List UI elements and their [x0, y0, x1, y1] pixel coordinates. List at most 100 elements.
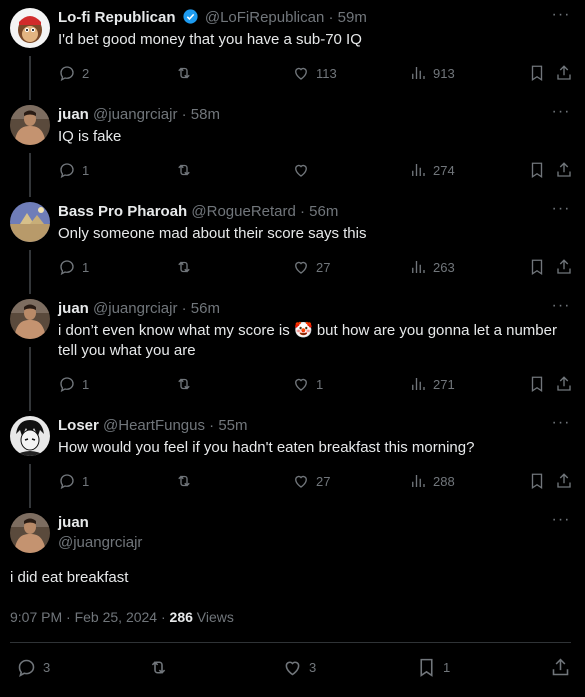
share-button[interactable] — [555, 374, 573, 394]
avatar[interactable] — [10, 513, 50, 553]
action-bar: 1 1 271 — [58, 374, 575, 394]
reply-button[interactable]: 1 — [58, 160, 89, 180]
tweet[interactable]: Lo-fi Republican @LoFiRepublican · 59m ·… — [0, 7, 585, 98]
bookmark-icon — [528, 64, 546, 82]
display-name[interactable]: juan — [58, 514, 89, 531]
like-button[interactable]: 113 — [292, 63, 337, 83]
avatar[interactable] — [10, 202, 50, 242]
more-icon[interactable]: ··· — [551, 512, 571, 533]
bookmark-button[interactable]: 1 — [416, 655, 450, 679]
reply-button[interactable]: 1 — [58, 257, 89, 277]
views-button[interactable]: 263 — [409, 257, 455, 277]
verified-badge-icon — [183, 9, 198, 24]
like-button[interactable]: 27 — [292, 257, 330, 277]
timestamp[interactable]: · 56m — [300, 203, 338, 220]
share-icon — [555, 258, 573, 276]
display-name[interactable]: Loser — [58, 417, 99, 434]
bookmark-button[interactable] — [528, 374, 546, 394]
timestamp[interactable]: · 55m — [209, 417, 247, 434]
retweet-button[interactable] — [175, 374, 199, 394]
share-icon — [555, 64, 573, 82]
action-bar: 1 274 — [58, 160, 575, 180]
display-name[interactable]: juan — [58, 106, 89, 123]
bookmark-button[interactable] — [528, 63, 546, 83]
views-icon — [409, 161, 427, 179]
retweet-icon — [148, 657, 169, 678]
reply-count: 1 — [82, 473, 90, 489]
display-name[interactable]: Bass Pro Pharoah — [58, 203, 187, 220]
like-button[interactable]: 1 — [292, 374, 323, 394]
retweet-button[interactable] — [175, 160, 199, 180]
post-timestamp[interactable]: 9:07 PM · Feb 25, 2024 · — [10, 609, 166, 625]
display-name[interactable]: juan — [58, 300, 89, 317]
reply-button[interactable]: 1 — [58, 374, 89, 394]
bookmark-count: 1 — [443, 659, 451, 675]
bookmark-button[interactable] — [528, 257, 546, 277]
tweet[interactable]: Loser @HeartFungus · 55m ··· How would y… — [0, 415, 585, 506]
handle[interactable]: @HeartFungus — [103, 417, 205, 434]
bookmark-icon — [528, 161, 546, 179]
reply-button[interactable]: 1 — [58, 471, 89, 491]
more-icon[interactable]: ··· — [551, 104, 571, 125]
reply-button[interactable]: 2 — [58, 63, 89, 83]
share-button[interactable] — [555, 160, 573, 180]
main-tweet-text: i did eat breakfast — [10, 569, 129, 586]
like-icon — [292, 161, 310, 179]
tweet-text-part: i don’t even know what my score is — [58, 322, 290, 339]
retweet-button[interactable] — [175, 63, 199, 83]
handle[interactable]: @LoFiRepublican — [205, 9, 324, 26]
handle[interactable]: @juangrciajr — [93, 300, 177, 317]
share-icon — [550, 657, 571, 678]
like-count: 27 — [316, 259, 331, 275]
like-button[interactable]: 3 — [282, 655, 316, 679]
retweet-icon — [175, 161, 193, 179]
more-icon[interactable]: ··· — [551, 201, 571, 222]
timestamp[interactable]: · 58m — [182, 106, 220, 123]
retweet-button[interactable] — [148, 655, 175, 679]
reply-icon — [58, 375, 76, 393]
more-icon[interactable]: ··· — [551, 298, 571, 319]
bookmark-icon — [528, 258, 546, 276]
retweet-button[interactable] — [175, 257, 199, 277]
avatar[interactable] — [10, 105, 50, 145]
views-icon — [409, 375, 427, 393]
handle[interactable]: @RogueRetard — [191, 203, 295, 220]
views-count: 263 — [433, 259, 455, 275]
share-button[interactable] — [550, 655, 571, 679]
display-name[interactable]: Lo-fi Republican — [58, 9, 176, 26]
handle[interactable]: @juangrciajr — [93, 106, 177, 123]
action-bar: 1 27 288 — [58, 471, 575, 491]
tweet-meta: 9:07 PM · Feb 25, 2024 · 286 Views — [10, 607, 234, 627]
reply-icon — [58, 258, 76, 276]
reply-button[interactable]: 3 — [16, 655, 50, 679]
divider — [10, 642, 571, 643]
avatar[interactable] — [10, 299, 50, 339]
like-icon — [292, 64, 310, 82]
avatar[interactable] — [10, 8, 50, 48]
avatar[interactable] — [10, 416, 50, 456]
action-bar: 2 113 913 — [58, 63, 575, 83]
timestamp[interactable]: · 59m — [328, 9, 366, 26]
bookmark-button[interactable] — [528, 471, 546, 491]
tweet[interactable]: juan @juangrciajr · 56m ··· i don’t even… — [0, 298, 585, 409]
tweet[interactable]: juan @juangrciajr · 58m ··· IQ is fake 1… — [0, 104, 585, 195]
main-action-bar: 3 3 1 — [0, 655, 585, 679]
views-button[interactable]: 288 — [409, 471, 455, 491]
like-button[interactable]: 27 — [292, 471, 330, 491]
views-button[interactable]: 271 — [409, 374, 455, 394]
views-button[interactable]: 274 — [409, 160, 455, 180]
like-button[interactable] — [292, 160, 316, 180]
share-button[interactable] — [555, 471, 573, 491]
timestamp[interactable]: · 56m — [182, 300, 220, 317]
bookmark-button[interactable] — [528, 160, 546, 180]
share-button[interactable] — [555, 63, 573, 83]
tweet[interactable]: Bass Pro Pharoah @RogueRetard · 56m ··· … — [0, 201, 585, 292]
more-icon[interactable]: ··· — [551, 7, 571, 28]
retweet-button[interactable] — [175, 471, 199, 491]
share-button[interactable] — [555, 257, 573, 277]
views-button[interactable]: 913 — [409, 63, 455, 83]
views-label: Views — [196, 609, 234, 625]
handle[interactable]: @juangrciajr — [58, 533, 142, 553]
like-count: 1 — [316, 376, 324, 392]
more-icon[interactable]: ··· — [551, 415, 571, 436]
